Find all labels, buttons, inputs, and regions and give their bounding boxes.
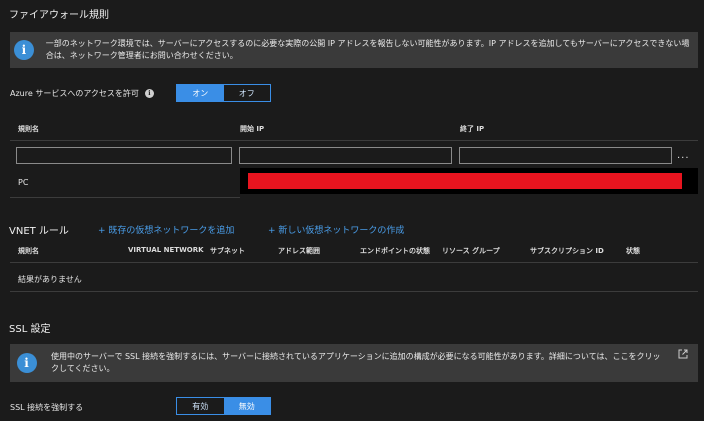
firewall-title: ファイアウォール規則 bbox=[9, 10, 109, 21]
azure-access-label: Azure サービスへのアクセスを許可 i bbox=[10, 88, 154, 99]
vnet-row-divider bbox=[10, 291, 698, 292]
vnet-col-subnet: サブネット bbox=[210, 247, 245, 255]
start-ip-input[interactable] bbox=[239, 147, 452, 164]
row-divider bbox=[10, 197, 240, 198]
end-ip-input[interactable] bbox=[459, 147, 672, 164]
vnet-col-resource-group: リソース グループ bbox=[442, 247, 500, 255]
column-rule-name: 規則名 bbox=[18, 125, 39, 133]
external-link-icon[interactable] bbox=[678, 349, 688, 359]
rule-name-input[interactable] bbox=[16, 147, 232, 164]
column-start-ip: 開始 IP bbox=[240, 125, 265, 133]
ssl-enforce-label: SSL 接続を強制する bbox=[10, 403, 84, 412]
toggle-enabled-option[interactable]: 有効 bbox=[177, 398, 224, 414]
azure-access-toggle[interactable]: オン オフ bbox=[176, 84, 271, 102]
toggle-disabled-option[interactable]: 無効 bbox=[223, 398, 270, 414]
toggle-on-option[interactable]: オン bbox=[177, 85, 224, 101]
vnet-col-address-range: アドレス範囲 bbox=[278, 247, 320, 255]
vnet-col-endpoint-state: エンドポイントの状態 bbox=[360, 247, 430, 255]
vnet-empty-message: 結果がありません bbox=[18, 275, 82, 284]
info-icon: i bbox=[13, 40, 34, 60]
toggle-off-option[interactable]: オフ bbox=[224, 85, 271, 101]
ssl-info-text[interactable]: 使用中のサーバーで SSL 接続を強制するには、サーバーに接続されているアプリケ… bbox=[43, 351, 698, 375]
vnet-col-subscription-id: サブスクリプション ID bbox=[530, 247, 604, 255]
firewall-info-text: 一部のネットワーク環境では、サーバーにアクセスするのに必要な実際の公開 IP ア… bbox=[45, 39, 690, 60]
vnet-col-virtual-network: VIRTUAL NETWORK bbox=[128, 246, 204, 254]
add-existing-vnet-link[interactable]: + 既存の仮想ネットワークを追加 bbox=[98, 223, 234, 236]
vnet-header-divider bbox=[10, 262, 698, 263]
info-icon: i bbox=[16, 353, 37, 373]
vnet-title: VNET ルール bbox=[9, 226, 69, 237]
info-small-icon[interactable]: i bbox=[144, 89, 154, 98]
ssl-enforce-toggle[interactable]: 有効 無効 bbox=[176, 397, 271, 415]
header-divider bbox=[10, 140, 698, 141]
ssl-info-bar[interactable]: i 使用中のサーバーで SSL 接続を強制するには、サーバーに接続されているアプ… bbox=[10, 344, 698, 382]
firewall-info-bar: i 一部のネットワーク環境では、サーバーにアクセスするのに必要な実際の公開 IP… bbox=[10, 32, 698, 68]
rule-row-name: PC bbox=[18, 178, 29, 187]
create-new-vnet-link[interactable]: + 新しい仮想ネットワークの作成 bbox=[268, 223, 404, 236]
vnet-col-rule-name: 規則名 bbox=[18, 247, 39, 255]
more-options-button[interactable]: ... bbox=[677, 150, 690, 161]
vnet-col-state: 状態 bbox=[626, 247, 640, 255]
column-end-ip: 終了 IP bbox=[460, 125, 485, 133]
redaction-bar bbox=[248, 173, 682, 189]
ssl-title: SSL 設定 bbox=[9, 324, 51, 335]
